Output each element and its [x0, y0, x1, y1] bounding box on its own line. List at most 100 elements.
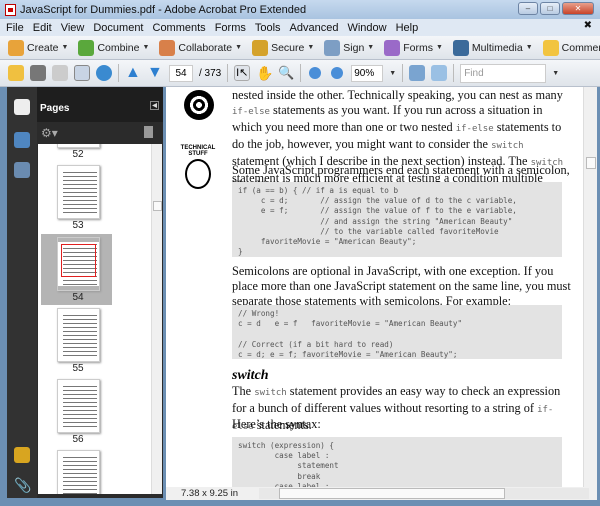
menu-advanced[interactable]: Advanced	[290, 22, 339, 34]
minimize-button[interactable]: –	[518, 2, 538, 15]
menu-help[interactable]: Help	[396, 22, 419, 34]
technical-stuff-icon: TECHNICAL STUFF	[180, 145, 216, 193]
combine-icon	[78, 39, 95, 56]
button-label: Secure	[271, 41, 305, 54]
title-bar: JavaScript for Dummies.pdf - Adobe Acrob…	[0, 0, 600, 19]
maximize-button[interactable]: □	[540, 2, 560, 15]
marquee-zoom-icon[interactable]: 🔍	[278, 65, 294, 81]
toolbar-collaborate-button[interactable]: Collaborate ▼	[159, 39, 243, 56]
next-page-icon[interactable]: ▼	[147, 65, 163, 81]
paragraph: Semicolons are optional in JavaScript, w…	[232, 264, 571, 308]
button-label: Forms	[403, 41, 433, 54]
pdf-app-icon	[5, 3, 16, 16]
toolbar-create-button[interactable]: Create ▼	[8, 39, 69, 56]
page-number-input[interactable]: 54	[169, 64, 193, 82]
button-label: Sign	[343, 41, 365, 54]
menu-tools[interactable]: Tools	[255, 22, 281, 34]
dropdown-caret-icon: ▼	[142, 44, 150, 51]
close-document-icon[interactable]: ✖	[584, 20, 592, 31]
menu-view[interactable]: View	[61, 22, 85, 34]
dropdown-caret-icon: ▼	[61, 44, 69, 51]
menu-forms[interactable]: Forms	[215, 22, 246, 34]
page-thumbnail[interactable]	[57, 308, 100, 362]
menu-comments[interactable]: Comments	[153, 22, 206, 34]
separator	[300, 64, 302, 82]
toolbar-sign-button[interactable]: Sign ▼	[324, 39, 375, 56]
page-thumbnail-current[interactable]	[57, 237, 100, 291]
hand-tool-icon[interactable]: ✋	[256, 65, 273, 81]
separator	[118, 64, 119, 82]
dropdown-caret-icon: ▼	[307, 44, 315, 51]
thumbnail-label: 56	[72, 434, 84, 445]
button-label: Multimedia	[471, 41, 523, 54]
toolbar-combine-button[interactable]: Combine ▼	[78, 39, 150, 56]
menu-file[interactable]: File	[6, 22, 24, 34]
dropdown-caret-icon: ▼	[367, 44, 375, 51]
bookmarks-icon[interactable]	[14, 132, 30, 148]
pages-panel-header: Pages ◀	[37, 87, 163, 122]
zoom-level-input[interactable]: 90%	[351, 64, 384, 82]
fit-width-icon[interactable]	[409, 65, 426, 81]
dropdown-caret-icon: ▼	[235, 44, 243, 51]
menu-document[interactable]: Document	[93, 22, 143, 34]
code-block: // Wrong! c = d e = f favoriteMovie = "A…	[232, 305, 562, 359]
horizontal-scrollbar[interactable]	[259, 488, 589, 499]
email-icon[interactable]	[74, 65, 90, 81]
pages-panel-icon[interactable]	[14, 99, 30, 115]
page-thumbnail[interactable]	[57, 379, 100, 433]
previous-page-icon[interactable]: ▲	[125, 65, 141, 81]
page-size-readout: 7.38 x 9.25 in	[181, 488, 239, 499]
print-icon[interactable]	[30, 65, 46, 81]
web-globe-icon[interactable]	[96, 65, 112, 81]
toolbar-forms-button[interactable]: Forms ▼	[384, 39, 443, 56]
thumbnail-label: 54	[72, 292, 84, 303]
paragraph: Here’s the syntax:	[232, 417, 321, 431]
thumbnail-label: 55	[72, 363, 84, 374]
pages-panel: Pages ◀ ⚙▾ 52 53 54 55 56	[37, 87, 163, 498]
comment-icon	[542, 39, 559, 56]
zoom-out-icon[interactable]	[309, 67, 322, 79]
zoom-dropdown-icon[interactable]: ▼	[389, 70, 396, 77]
attachments-icon[interactable]: 📎	[14, 477, 31, 493]
thumbnail-label: 53	[72, 220, 84, 231]
menu-bar: File Edit View Document Comments Forms T…	[0, 19, 600, 36]
document-vertical-scrollbar[interactable]	[583, 87, 597, 487]
button-label: Create	[27, 41, 59, 54]
find-input[interactable]: Find	[460, 63, 547, 83]
fit-page-icon[interactable]	[431, 65, 448, 81]
toolbar-multimedia-button[interactable]: Multimedia ▼	[452, 39, 533, 56]
comments-icon[interactable]	[14, 447, 30, 463]
code-block: if (a == b) { // if a is equal to b c = …	[232, 182, 562, 257]
save-icon[interactable]	[52, 65, 68, 81]
find-dropdown-icon[interactable]: ▼	[552, 70, 559, 77]
thumbnails-scrollbar[interactable]	[151, 144, 162, 494]
close-button[interactable]: ✕	[562, 2, 594, 15]
page-thumbnails: 52 53 54 55 56	[38, 144, 151, 494]
section-heading: switch	[232, 368, 269, 383]
remember-target-icon	[184, 90, 214, 120]
scroll-thumb[interactable]	[586, 157, 596, 169]
menu-edit[interactable]: Edit	[33, 22, 52, 34]
options-gear-icon[interactable]: ⚙▾	[41, 126, 58, 140]
page-thumbnail[interactable]	[57, 450, 100, 494]
dropdown-caret-icon: ▼	[435, 44, 443, 51]
dropdown-caret-icon: ▼	[525, 44, 533, 51]
signatures-icon[interactable]	[14, 162, 30, 178]
open-folder-icon[interactable]	[8, 65, 24, 81]
zoom-in-icon[interactable]	[331, 67, 344, 79]
collapse-panel-button[interactable]: ◀	[150, 101, 159, 110]
lock-icon	[252, 39, 269, 56]
delete-page-icon[interactable]	[144, 126, 153, 138]
separator	[453, 64, 455, 82]
toolbar-secure-button[interactable]: Secure ▼	[252, 39, 315, 56]
page-thumbnail[interactable]	[57, 165, 100, 219]
scroll-thumb[interactable]	[279, 488, 505, 499]
tasks-toolbar: Create ▼ Combine ▼ Collaborate ▼ Secure ▼ Sign ▼ F…	[0, 36, 600, 60]
page-thumbnail[interactable]	[57, 144, 100, 148]
separator	[402, 64, 404, 82]
menu-window[interactable]: Window	[347, 22, 386, 34]
scroll-thumb[interactable]	[153, 201, 162, 211]
collaborate-icon	[159, 39, 176, 56]
select-tool-icon[interactable]: I↖	[234, 65, 251, 81]
toolbar-comment-button[interactable]: Comment▼	[542, 39, 600, 56]
